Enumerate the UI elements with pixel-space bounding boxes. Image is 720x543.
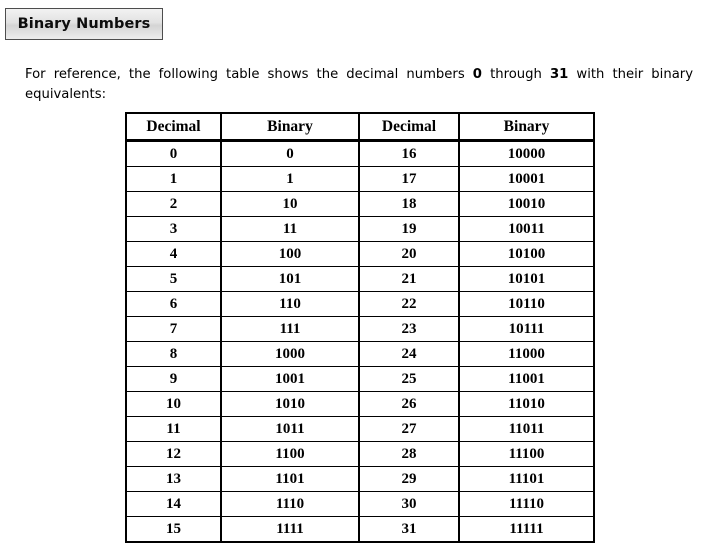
- table-row: 3 11 19 10011: [125, 216, 595, 242]
- cell-binary-2: 10100: [458, 241, 595, 267]
- table-row: 9 1001 25 11001: [125, 366, 595, 392]
- cell-decimal-2: 29: [358, 466, 460, 492]
- cell-decimal-2: 31: [358, 516, 460, 543]
- cell-binary-1: 1: [220, 166, 360, 192]
- table-row: 15 1111 31 11111: [125, 516, 595, 543]
- intro-range-end: 31: [549, 67, 569, 83]
- cell-decimal-2: 18: [358, 191, 460, 217]
- cell-binary-2: 10000: [458, 140, 595, 167]
- cell-binary-2: 11101: [458, 466, 595, 492]
- cell-decimal-1: 15: [125, 516, 222, 543]
- table-row: 2 10 18 10010: [125, 191, 595, 217]
- table-row: 8 1000 24 11000: [125, 341, 595, 367]
- cell-decimal-1: 10: [125, 391, 222, 417]
- cell-decimal-1: 7: [125, 316, 222, 342]
- cell-binary-1: 1100: [220, 441, 360, 467]
- cell-decimal-1: 14: [125, 491, 222, 517]
- column-header-binary-2: Binary: [458, 112, 595, 142]
- cell-binary-1: 1001: [220, 366, 360, 392]
- table-header-row: Decimal Binary Decimal Binary: [125, 112, 595, 142]
- cell-binary-2: 11011: [458, 416, 595, 442]
- cell-decimal-1: 2: [125, 191, 222, 217]
- column-header-decimal-1: Decimal: [125, 112, 222, 142]
- cell-binary-1: 110: [220, 291, 360, 317]
- cell-binary-1: 100: [220, 241, 360, 267]
- cell-binary-2: 10001: [458, 166, 595, 192]
- cell-binary-2: 10111: [458, 316, 595, 342]
- cell-binary-2: 11111: [458, 516, 595, 543]
- intro-text-middle: through: [481, 67, 550, 83]
- column-header-binary-1: Binary: [220, 112, 360, 142]
- table-row: 6 110 22 10110: [125, 291, 595, 317]
- cell-decimal-1: 0: [125, 140, 222, 167]
- cell-binary-1: 1101: [220, 466, 360, 492]
- cell-decimal-2: 21: [358, 266, 460, 292]
- table-row: 11 1011 27 11011: [125, 416, 595, 442]
- intro-paragraph: For reference, the following table shows…: [25, 65, 693, 105]
- table-row: 4 100 20 10100: [125, 241, 595, 267]
- cell-decimal-1: 5: [125, 266, 222, 292]
- intro-range-start: 0: [472, 67, 482, 83]
- cell-binary-1: 1010: [220, 391, 360, 417]
- table-row: 7 111 23 10111: [125, 316, 595, 342]
- table-row: 13 1101 29 11101: [125, 466, 595, 492]
- cell-decimal-2: 27: [358, 416, 460, 442]
- cell-decimal-2: 25: [358, 366, 460, 392]
- intro-text-before: For reference, the following table shows…: [25, 67, 473, 83]
- cell-decimal-2: 17: [358, 166, 460, 192]
- cell-decimal-1: 13: [125, 466, 222, 492]
- cell-decimal-1: 4: [125, 241, 222, 267]
- cell-binary-2: 10110: [458, 291, 595, 317]
- cell-binary-1: 111: [220, 316, 360, 342]
- cell-decimal-1: 12: [125, 441, 222, 467]
- cell-decimal-2: 22: [358, 291, 460, 317]
- cell-binary-2: 11110: [458, 491, 595, 517]
- binary-table-container: Decimal Binary Decimal Binary 0 0 16 10000 1…: [125, 112, 595, 543]
- cell-decimal-2: 28: [358, 441, 460, 467]
- page-title: Binary Numbers: [17, 16, 151, 32]
- cell-binary-2: 11000: [458, 341, 595, 367]
- table-row: 10 1010 26 11010: [125, 391, 595, 417]
- cell-binary-2: 10010: [458, 191, 595, 217]
- cell-binary-1: 10: [220, 191, 360, 217]
- cell-decimal-2: 26: [358, 391, 460, 417]
- cell-binary-1: 1111: [220, 516, 360, 543]
- table-row: 12 1100 28 11100: [125, 441, 595, 467]
- table-body: 0 0 16 10000 1 1 17 10001 2 10 18 10010 3 11 19 10011 4 1…: [125, 140, 595, 543]
- cell-binary-2: 11010: [458, 391, 595, 417]
- cell-decimal-2: 16: [358, 140, 460, 167]
- cell-decimal-1: 6: [125, 291, 222, 317]
- cell-decimal-1: 1: [125, 166, 222, 192]
- cell-decimal-2: 19: [358, 216, 460, 242]
- cell-binary-2: 10101: [458, 266, 595, 292]
- table-row: 5 101 21 10101: [125, 266, 595, 292]
- cell-binary-1: 1011: [220, 416, 360, 442]
- table-row: 14 1110 30 11110: [125, 491, 595, 517]
- cell-binary-1: 101: [220, 266, 360, 292]
- table-row: 0 0 16 10000: [125, 140, 595, 167]
- cell-decimal-1: 9: [125, 366, 222, 392]
- cell-decimal-2: 30: [358, 491, 460, 517]
- cell-decimal-1: 3: [125, 216, 222, 242]
- cell-decimal-2: 23: [358, 316, 460, 342]
- cell-binary-2: 10011: [458, 216, 595, 242]
- table-row: 1 1 17 10001: [125, 166, 595, 192]
- binary-reference-table: Decimal Binary Decimal Binary 0 0 16 10000 1…: [125, 112, 595, 543]
- column-header-decimal-2: Decimal: [358, 112, 460, 142]
- cell-binary-2: 11100: [458, 441, 595, 467]
- cell-decimal-2: 24: [358, 341, 460, 367]
- cell-decimal-1: 8: [125, 341, 222, 367]
- cell-decimal-1: 11: [125, 416, 222, 442]
- cell-binary-1: 0: [220, 140, 360, 167]
- cell-binary-2: 11001: [458, 366, 595, 392]
- cell-binary-1: 1000: [220, 341, 360, 367]
- cell-binary-1: 1110: [220, 491, 360, 517]
- cell-decimal-2: 20: [358, 241, 460, 267]
- cell-binary-1: 11: [220, 216, 360, 242]
- slide-title-box: Binary Numbers: [5, 8, 163, 40]
